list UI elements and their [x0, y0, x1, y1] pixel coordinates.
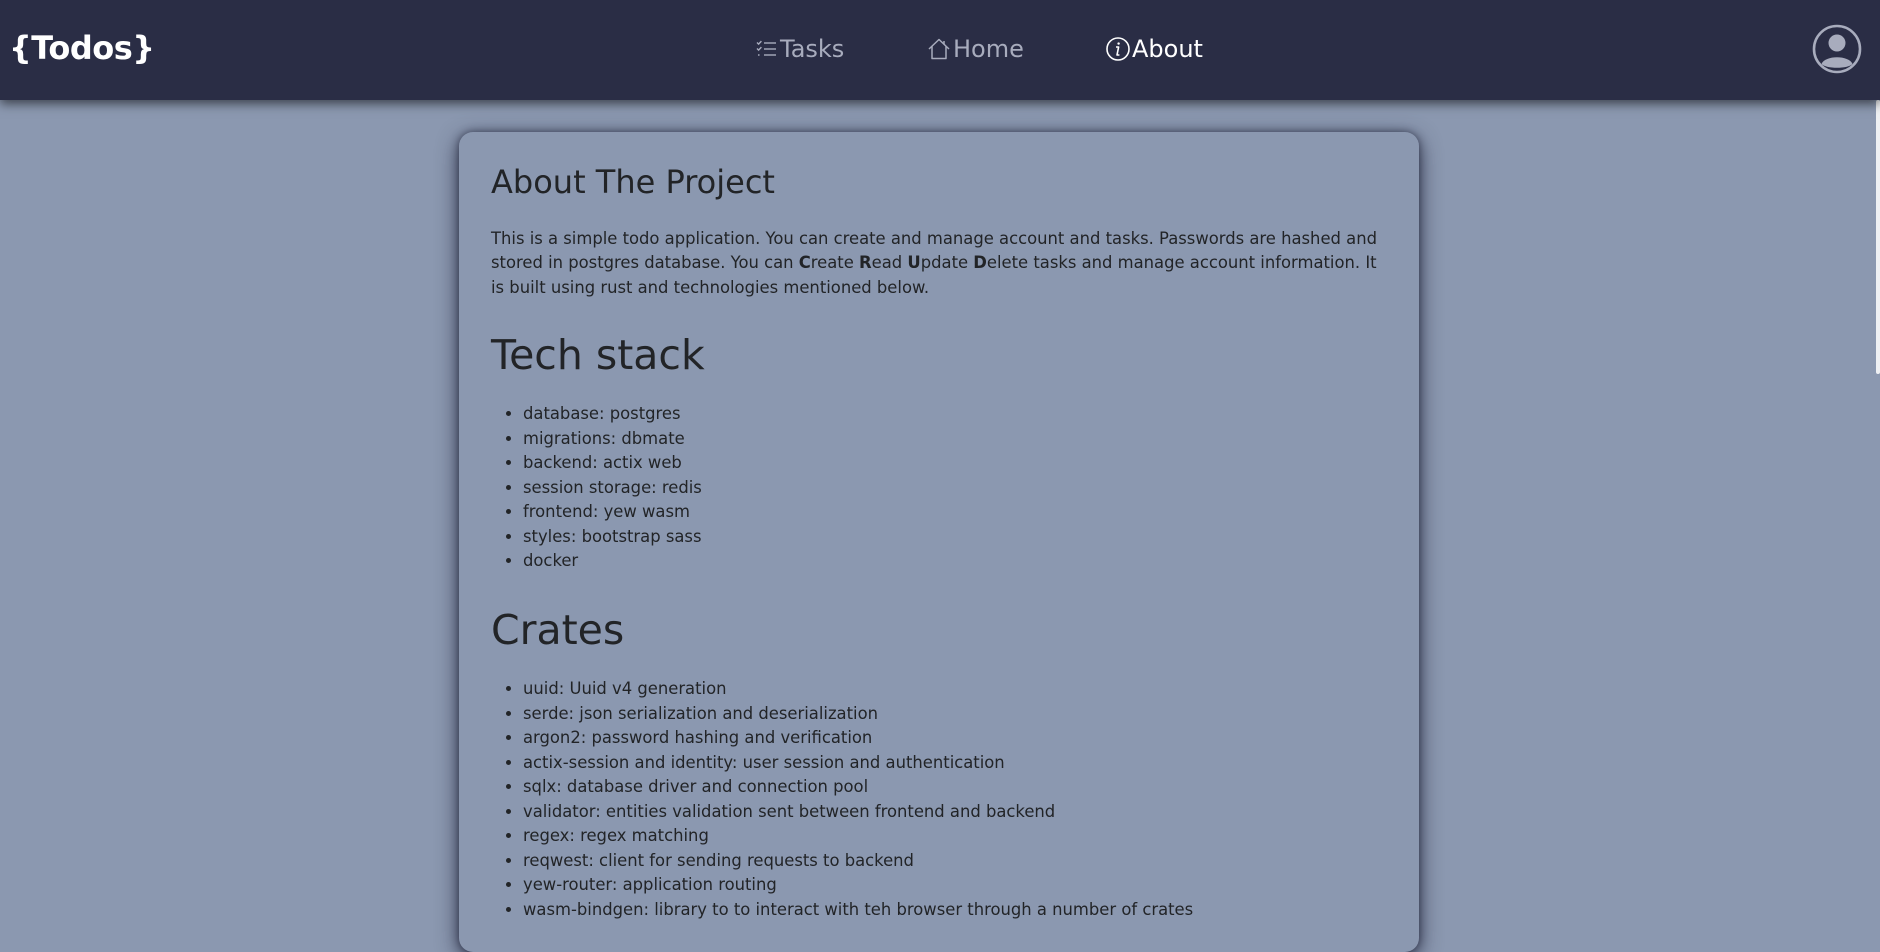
list-item: validator: entities validation sent betw…	[523, 800, 1193, 825]
list-check-icon	[753, 36, 779, 62]
crates-list: uuid: Uuid v4 generation serde: json ser…	[491, 677, 1193, 922]
tech-stack-heading: Tech stack	[491, 331, 705, 379]
crud-d: D	[973, 253, 987, 273]
info-circle-icon	[1105, 36, 1131, 62]
list-item: yew-router: application routing	[523, 873, 1193, 898]
nav-about[interactable]: About	[1105, 32, 1203, 66]
list-item: sqlx: database driver and connection poo…	[523, 775, 1193, 800]
tech-stack-list: database: postgres migrations: dbmate ba…	[491, 402, 702, 574]
list-item: regex: regex matching	[523, 824, 1193, 849]
list-item: reqwest: client for sending requests to …	[523, 849, 1193, 874]
house-icon	[926, 36, 952, 62]
list-item: migrations: dbmate	[523, 427, 702, 452]
crud-r: R	[859, 253, 872, 273]
list-item: wasm-bindgen: library to to interact wit…	[523, 898, 1193, 923]
about-description: This is a simple todo application. You c…	[491, 227, 1391, 300]
list-item: argon2: password hashing and verificatio…	[523, 726, 1193, 751]
crud-c: C	[798, 253, 811, 273]
nav-home-label: Home	[953, 35, 1024, 63]
brand-logo[interactable]: {Todos}	[9, 28, 155, 68]
scrollbar-thumb[interactable]	[1876, 100, 1880, 374]
user-circle-icon	[1812, 24, 1862, 74]
list-item: docker	[523, 549, 702, 574]
crates-heading: Crates	[491, 606, 625, 654]
nav-about-label: About	[1132, 35, 1203, 63]
list-item: actix-session and identity: user session…	[523, 751, 1193, 776]
nav-tasks[interactable]: Tasks	[753, 32, 844, 66]
crud-c-rest: reate	[810, 253, 860, 273]
list-item: serde: json serialization and deserializ…	[523, 702, 1193, 727]
list-item: database: postgres	[523, 402, 702, 427]
list-item: session storage: redis	[523, 476, 702, 501]
nav-home[interactable]: Home	[926, 32, 1024, 66]
crud-r-rest: ead	[871, 253, 908, 273]
nav-tasks-label: Tasks	[780, 35, 845, 63]
list-item: styles: bootstrap sass	[523, 525, 702, 550]
list-item: frontend: yew wasm	[523, 500, 702, 525]
list-item: uuid: Uuid v4 generation	[523, 677, 1193, 702]
navbar: {Todos} Tasks Home About	[0, 0, 1880, 100]
about-card: About The Project This is a simple todo …	[459, 132, 1419, 952]
crud-u-rest: pdate	[920, 253, 974, 273]
page-title: About The Project	[491, 163, 775, 201]
list-item: backend: actix web	[523, 451, 702, 476]
crud-u: U	[907, 253, 921, 273]
user-avatar-button[interactable]	[1812, 24, 1862, 74]
